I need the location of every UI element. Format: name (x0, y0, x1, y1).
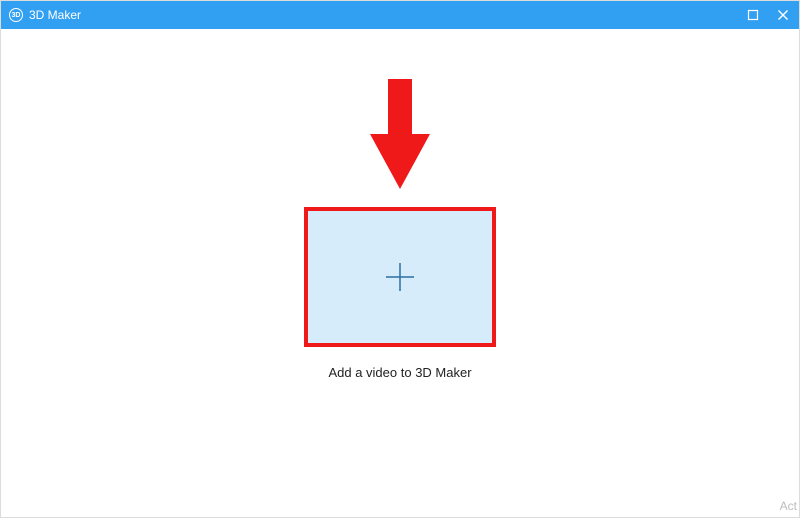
app-icon-text: 3D (12, 12, 21, 19)
maximize-icon (747, 9, 759, 21)
watermark-text: Act (780, 499, 797, 513)
arrow-down-icon (370, 79, 430, 189)
dropzone-helper-text: Add a video to 3D Maker (328, 365, 471, 380)
add-video-dropzone[interactable] (304, 207, 496, 347)
app-title: 3D Maker (29, 8, 81, 22)
maximize-button[interactable] (745, 7, 761, 23)
plus-icon (382, 259, 418, 295)
app-window: 3D 3D Maker (0, 0, 800, 518)
close-button[interactable] (775, 7, 791, 23)
titlebar: 3D 3D Maker (1, 1, 799, 29)
titlebar-controls (745, 7, 791, 23)
close-icon (777, 9, 789, 21)
titlebar-left: 3D 3D Maker (9, 8, 81, 22)
annotation-arrow (370, 79, 430, 194)
app-icon: 3D (9, 8, 23, 22)
content-area: Add a video to 3D Maker Act (1, 29, 799, 517)
